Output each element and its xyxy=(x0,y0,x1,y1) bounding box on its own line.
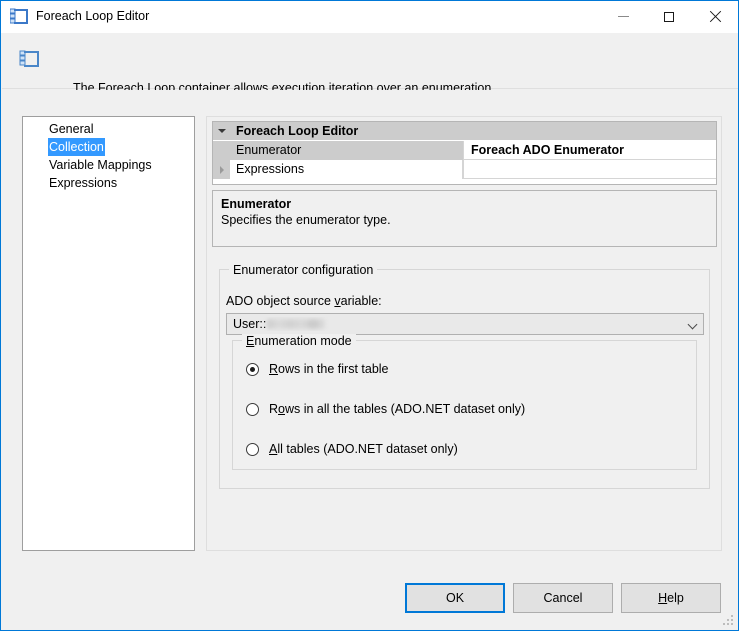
close-button[interactable] xyxy=(692,1,738,32)
chevron-down-icon xyxy=(217,129,226,133)
foreach-loop-icon xyxy=(9,8,29,25)
ado-object-source-variable-combo[interactable]: User:: xyxy=(226,313,704,335)
maximize-button[interactable] xyxy=(646,1,692,32)
radio-label: All tables (ADO.NET dataset only) xyxy=(269,442,458,456)
help-title: Enumerator xyxy=(221,197,292,211)
radio-rows-in-first-table[interactable]: Rows in the first table xyxy=(246,362,389,376)
property-grid-category-row[interactable]: Foreach Loop Editor xyxy=(213,122,716,141)
row-gutter xyxy=(213,141,230,160)
ado-variable-label: ADO object source variable: xyxy=(226,294,382,308)
radio-indicator xyxy=(246,362,259,376)
sidebar-item-label: Expressions xyxy=(49,176,118,190)
group-legend: Enumerator configuration xyxy=(229,263,378,277)
property-grid[interactable]: Foreach Loop Editor Enumerator Foreach A… xyxy=(212,121,717,185)
sidebar-item-variable-mappings[interactable]: Variable Mappings xyxy=(23,156,194,174)
chevron-right-icon xyxy=(219,165,224,174)
foreach-loop-icon xyxy=(19,49,41,69)
category-label: Foreach Loop Editor xyxy=(230,122,716,140)
redacted-variable-name xyxy=(267,319,326,329)
group-legend: Enumeration mode xyxy=(242,334,356,348)
radio-indicator xyxy=(246,442,259,456)
sidebar-item-general[interactable]: General xyxy=(23,120,194,138)
close-icon xyxy=(709,11,721,23)
radio-rows-in-all-tables[interactable]: Rows in all the tables (ADO.NET dataset … xyxy=(246,402,525,416)
dialog-body: General Collection Variable Mappings Exp… xyxy=(2,90,738,630)
radio-all-tables[interactable]: All tables (ADO.NET dataset only) xyxy=(246,442,458,456)
maximize-icon xyxy=(664,11,674,22)
combo-value: User:: xyxy=(227,317,683,331)
collection-page: Foreach Loop Editor Enumerator Foreach A… xyxy=(206,116,722,551)
property-row-expressions[interactable]: Expressions xyxy=(213,160,716,179)
property-value[interactable] xyxy=(463,160,716,179)
enumerator-configuration-group: Enumerator configuration ADO object sour… xyxy=(219,263,710,489)
radio-label: Rows in all the tables (ADO.NET dataset … xyxy=(269,402,526,416)
property-row-enumerator[interactable]: Enumerator Foreach ADO Enumerator xyxy=(213,141,716,160)
help-button[interactable]: Help xyxy=(621,583,721,613)
cancel-button[interactable]: Cancel xyxy=(513,583,613,613)
window-title: Foreach Loop Editor xyxy=(36,9,150,23)
radio-indicator xyxy=(246,402,259,416)
title-bar: Foreach Loop Editor xyxy=(1,1,738,33)
resize-grip[interactable] xyxy=(723,615,735,627)
minimize-button[interactable] xyxy=(600,1,646,32)
property-value[interactable]: Foreach ADO Enumerator xyxy=(463,141,716,160)
row-expander[interactable] xyxy=(213,160,230,179)
chevron-down-icon[interactable] xyxy=(683,320,703,329)
help-description: Specifies the enumerator type. xyxy=(221,213,391,227)
description-banner: The Foreach Loop container allows execut… xyxy=(2,33,738,95)
minimize-icon xyxy=(617,16,629,17)
foreach-loop-editor-window: Foreach Loop Editor The Foreach Loop con… xyxy=(0,0,739,631)
sidebar-item-label: Variable Mappings xyxy=(49,158,152,172)
page-list[interactable]: General Collection Variable Mappings Exp… xyxy=(22,116,195,551)
enumeration-mode-group: Enumeration mode Rows in the first table… xyxy=(232,334,697,470)
sidebar-item-label: General xyxy=(49,122,94,136)
property-help-pane: Enumerator Specifies the enumerator type… xyxy=(212,190,717,247)
radio-label: Rows in the first table xyxy=(269,362,389,376)
sidebar-item-expressions[interactable]: Expressions xyxy=(23,174,194,192)
sidebar-item-label: Collection xyxy=(48,138,105,156)
property-grid-empty-space xyxy=(213,179,716,184)
property-name: Expressions xyxy=(230,160,463,179)
property-name: Enumerator xyxy=(230,141,463,160)
category-expander[interactable] xyxy=(213,122,230,140)
ok-button[interactable]: OK xyxy=(405,583,505,613)
sidebar-item-collection[interactable]: Collection xyxy=(23,138,194,156)
